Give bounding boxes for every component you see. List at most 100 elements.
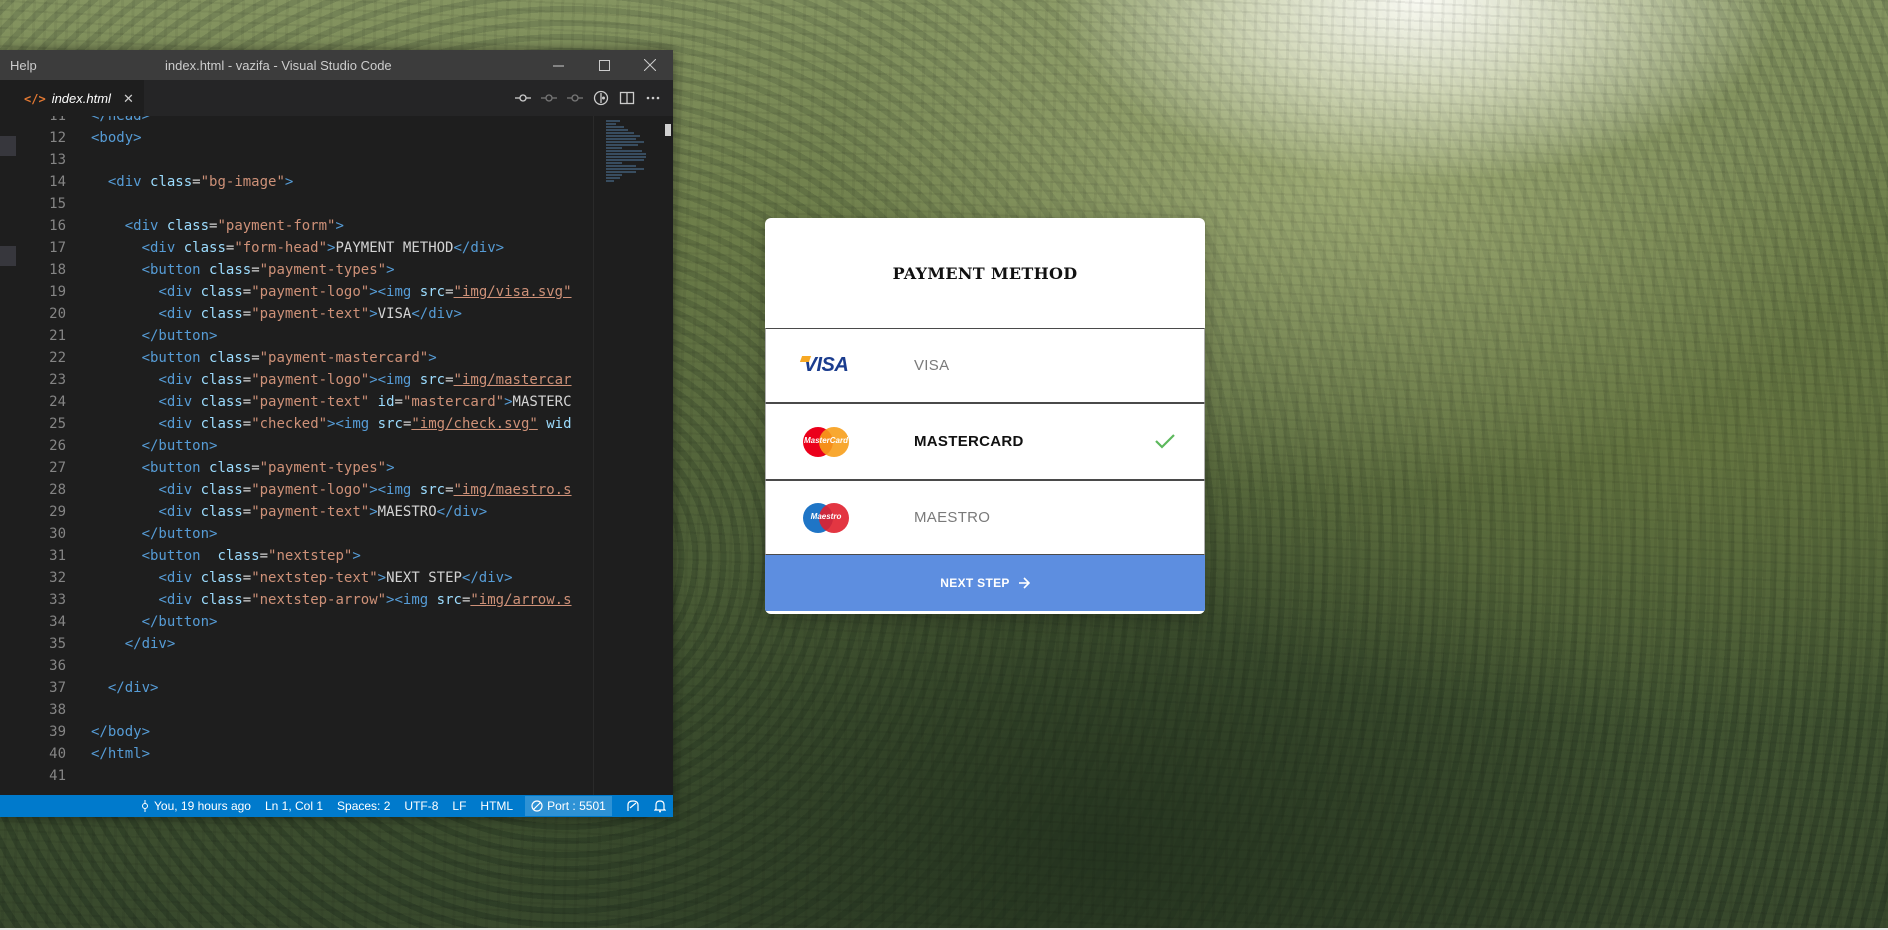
window-title: index.html - vazifa - Visual Studio Code (165, 58, 392, 73)
code-line: 14 <div class="bg-image"> (20, 171, 593, 193)
payment-option-maestro[interactable]: Maestro MAESTRO (765, 480, 1205, 555)
code-token: "img/check.svg" (411, 416, 538, 432)
close-icon (644, 59, 656, 71)
split-editor-icon[interactable] (619, 90, 635, 106)
tab-close-icon[interactable]: ✕ (123, 91, 134, 107)
feedback-icon[interactable] (626, 799, 640, 813)
line-number: 29 (49, 504, 66, 520)
status-encoding[interactable]: UTF-8 (404, 799, 438, 813)
code-line: 31 <button class="nextstep"> (20, 545, 593, 567)
code-token: "payment-logo" (251, 284, 370, 300)
line-number: 13 (49, 152, 66, 168)
code-line: 22 <button class="payment-mastercard"> (20, 347, 593, 369)
minimap-line (606, 147, 622, 149)
next-change-icon[interactable] (567, 90, 583, 106)
minimap-line (606, 165, 636, 167)
code-line: 18 <button class="payment-types"> (20, 259, 593, 281)
minimap-line (606, 132, 634, 134)
code-line: 28 <div class="payment-logo"><img src="i… (20, 479, 593, 501)
status-language[interactable]: HTML (480, 799, 513, 813)
code-token: "payment-types" (259, 262, 387, 278)
code-token: "payment-types" (259, 460, 387, 476)
visa-logo-text: VISA (799, 354, 849, 377)
menu-help[interactable]: Help (10, 58, 37, 73)
line-number: 18 (49, 262, 66, 278)
minimap-line (606, 135, 640, 137)
maestro-wordmark: Maestro (810, 511, 842, 521)
code-line: 15 (20, 193, 593, 215)
payment-option-label: MASTERCARD (914, 433, 1024, 450)
more-actions-icon[interactable] (645, 90, 661, 106)
code-line: 11 </head> (20, 116, 593, 127)
scrollbar-thumb[interactable] (665, 124, 671, 136)
mastercard-circles: MasterCard (803, 426, 849, 457)
minimize-icon (552, 65, 564, 66)
title-bar: Help index.html - vazifa - Visual Studio… (0, 50, 673, 80)
line-number: 28 (49, 482, 66, 498)
code-line: 41 (20, 765, 593, 787)
check-icon (1155, 434, 1175, 449)
editor-tab-bar: </> index.html ✕ (0, 79, 673, 117)
line-number: 24 (49, 394, 66, 410)
code-token: VISA (377, 306, 412, 322)
status-position[interactable]: Ln 1, Col 1 (265, 799, 323, 813)
code-token: "payment-text" (251, 306, 370, 322)
code-line: 29 <div class="payment-text">MAESTRO</di… (20, 501, 593, 523)
close-window-button[interactable] (627, 50, 673, 80)
line-number: 35 (49, 636, 66, 652)
code-token: "checked" (251, 416, 328, 432)
minimap-line (606, 120, 620, 122)
payment-option-mastercard[interactable]: MasterCard MASTERCARD (765, 403, 1205, 480)
mastercard-logo: MasterCard (766, 426, 886, 457)
status-eol[interactable]: LF (452, 799, 466, 813)
code-token: </body> (91, 724, 151, 740)
status-git-blame[interactable]: You, 19 hours ago (140, 799, 251, 813)
code-editor[interactable]: 11 </head> 12 <body> 13 14 <div class="bg-… (0, 116, 673, 795)
code-line: 23 <div class="payment-logo"><img src="i… (20, 369, 593, 391)
status-spaces[interactable]: Spaces: 2 (337, 799, 390, 813)
minimap-line (606, 156, 646, 158)
code-line: 13 (20, 149, 593, 171)
code-token: "payment-form" (217, 218, 336, 234)
maestro-circles: Maestro (803, 502, 849, 533)
minimize-button[interactable] (535, 50, 581, 80)
minimap-line (606, 123, 616, 125)
form-title: PAYMENT METHOD (892, 263, 1078, 283)
line-number: 19 (49, 284, 66, 300)
minimap-line (606, 144, 638, 146)
open-changes-icon[interactable] (515, 90, 531, 106)
code-line: 37 </div> (20, 677, 593, 699)
status-live-server-port[interactable]: Port : 5501 (525, 796, 612, 816)
payment-form: PAYMENT METHOD VISA VISA MasterCard MAST… (765, 218, 1205, 614)
minimap-line (606, 126, 624, 128)
code-line: 40 </html> (20, 743, 593, 765)
payment-option-visa[interactable]: VISA VISA (765, 328, 1205, 403)
code-line: 30 </button> (20, 523, 593, 545)
previous-change-icon[interactable] (541, 90, 557, 106)
line-number: 34 (49, 614, 66, 630)
git-lens-icon[interactable] (593, 90, 609, 106)
minimap-line (606, 138, 636, 140)
code-token: "img/mastercar (453, 372, 572, 388)
code-token: "payment-mastercard" (259, 350, 429, 366)
minimap[interactable] (593, 116, 660, 795)
code-token: "bg-image" (200, 174, 285, 190)
line-number: 20 (49, 306, 66, 322)
line-number: 21 (49, 328, 66, 344)
vscode-window: Help index.html - vazifa - Visual Studio… (0, 50, 673, 817)
code-line: 16 <div class="payment-form"> (20, 215, 593, 237)
line-number: 25 (49, 416, 66, 432)
line-number: 31 (49, 548, 66, 564)
code-line: 35 </div> (20, 633, 593, 655)
code-token: "payment-logo" (251, 372, 370, 388)
code-token: "nextstep" (268, 548, 353, 564)
next-step-button[interactable]: NEXT STEP (765, 555, 1205, 611)
minimap-line (606, 171, 636, 173)
code-line: 12 <body> (20, 127, 593, 149)
minimap-line (606, 159, 644, 161)
tab-index-html[interactable]: </> index.html ✕ (0, 79, 144, 117)
notifications-bell-icon[interactable] (653, 799, 666, 813)
code-line: 38 (20, 699, 593, 721)
window-controls (535, 50, 673, 80)
maximize-button[interactable] (581, 50, 627, 80)
